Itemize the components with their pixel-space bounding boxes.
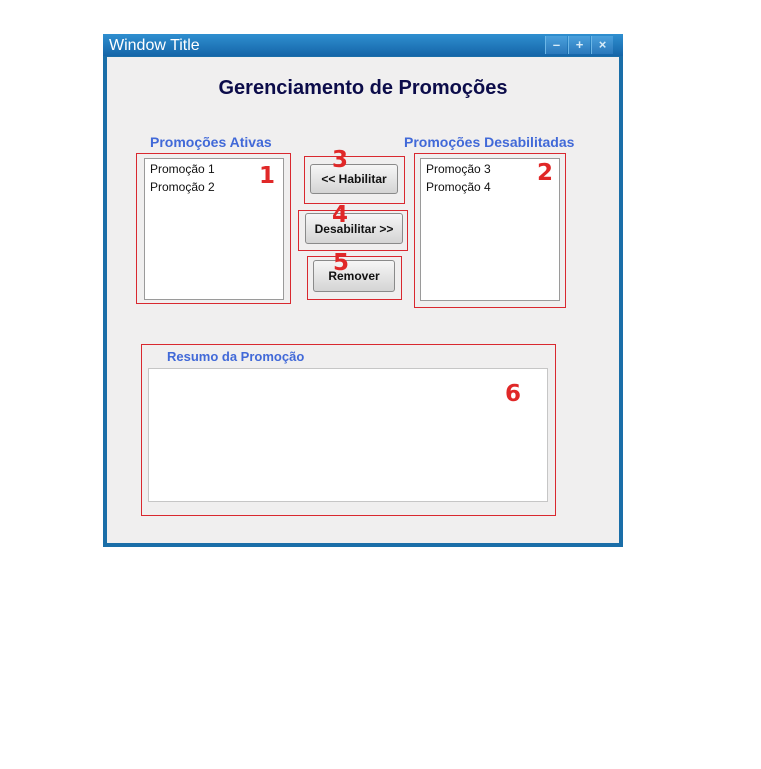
app-window: Window Title – + × Gerenciamento de Prom… (103, 34, 623, 547)
window-client-area: Gerenciamento de Promoções Promoções Ati… (107, 57, 619, 543)
page-title: Gerenciamento de Promoções (218, 77, 508, 99)
maximize-icon: + (575, 37, 584, 52)
annotation-number-1: 1 (259, 163, 276, 189)
close-icon: × (598, 37, 607, 52)
minimize-icon: – (552, 37, 561, 52)
active-promotions-label: Promoções Ativas (150, 134, 272, 150)
annotation-number-3: 3 (332, 147, 349, 173)
annotation-number-5: 5 (333, 250, 350, 276)
summary-text-area[interactable] (148, 368, 548, 502)
enable-button[interactable]: << Habilitar (310, 164, 398, 194)
annotation-number-2: 2 (537, 160, 554, 186)
minimize-button[interactable]: – (545, 36, 567, 54)
window-title: Window Title (109, 37, 200, 54)
title-bar[interactable]: Window Title – + × (103, 34, 623, 56)
disable-button[interactable]: Desabilitar >> (305, 213, 403, 244)
summary-label: Resumo da Promoção (167, 349, 305, 364)
annotation-number-6: 6 (505, 381, 522, 407)
maximize-button[interactable]: + (568, 36, 590, 54)
disabled-promotions-label: Promoções Desabilitadas (404, 134, 575, 150)
list-item[interactable]: Promoção 3 (426, 160, 554, 178)
list-item[interactable]: Promoção 4 (426, 178, 554, 196)
remove-button[interactable]: Remover (313, 260, 395, 292)
annotation-number-4: 4 (332, 202, 349, 228)
close-button[interactable]: × (591, 36, 613, 54)
